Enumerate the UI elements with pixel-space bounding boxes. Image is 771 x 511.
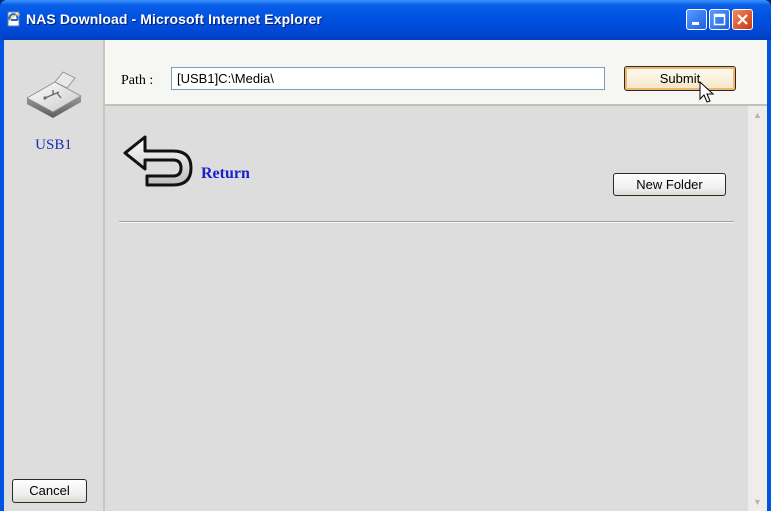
main-panel: Path : [USB1]C:\Media\ Submit Return New… <box>105 40 767 511</box>
path-input[interactable]: [USB1]C:\Media\ <box>171 67 605 90</box>
usb-drive-icon[interactable] <box>23 68 85 120</box>
new-folder-button[interactable]: New Folder <box>613 173 726 196</box>
ie-page-icon <box>7 11 21 27</box>
scroll-down-icon[interactable]: ▼ <box>749 494 766 511</box>
close-button[interactable] <box>732 9 753 30</box>
browser-window: NAS Download - Microsoft Internet Explor… <box>0 0 771 511</box>
content-divider <box>119 221 734 223</box>
return-link[interactable]: Return <box>201 165 250 183</box>
scroll-up-icon[interactable]: ▲ <box>749 107 766 124</box>
minimize-button[interactable] <box>686 9 707 30</box>
submit-button[interactable]: Submit <box>624 66 736 91</box>
window-title: NAS Download - Microsoft Internet Explor… <box>26 11 322 27</box>
usb1-device-label[interactable]: USB1 <box>4 137 103 154</box>
path-label: Path : <box>121 73 154 88</box>
file-browser-content: Return New Folder ▲ ▼ <box>105 106 767 511</box>
mouse-cursor-icon <box>699 81 715 103</box>
maximize-button[interactable] <box>709 9 730 30</box>
device-sidebar: USB1 Cancel <box>4 40 105 511</box>
cancel-button[interactable]: Cancel <box>12 479 87 503</box>
return-arrow-icon[interactable] <box>123 133 195 187</box>
page-client-area: USB1 Cancel Path : [USB1]C:\Media\ Submi… <box>4 40 767 511</box>
close-icon <box>737 14 748 25</box>
title-bar[interactable]: NAS Download - Microsoft Internet Explor… <box>0 0 771 40</box>
maximize-icon <box>713 13 726 26</box>
minimize-icon <box>692 22 699 25</box>
path-bar: Path : [USB1]C:\Media\ Submit <box>105 40 767 106</box>
vertical-scrollbar[interactable]: ▲ ▼ <box>748 106 767 511</box>
